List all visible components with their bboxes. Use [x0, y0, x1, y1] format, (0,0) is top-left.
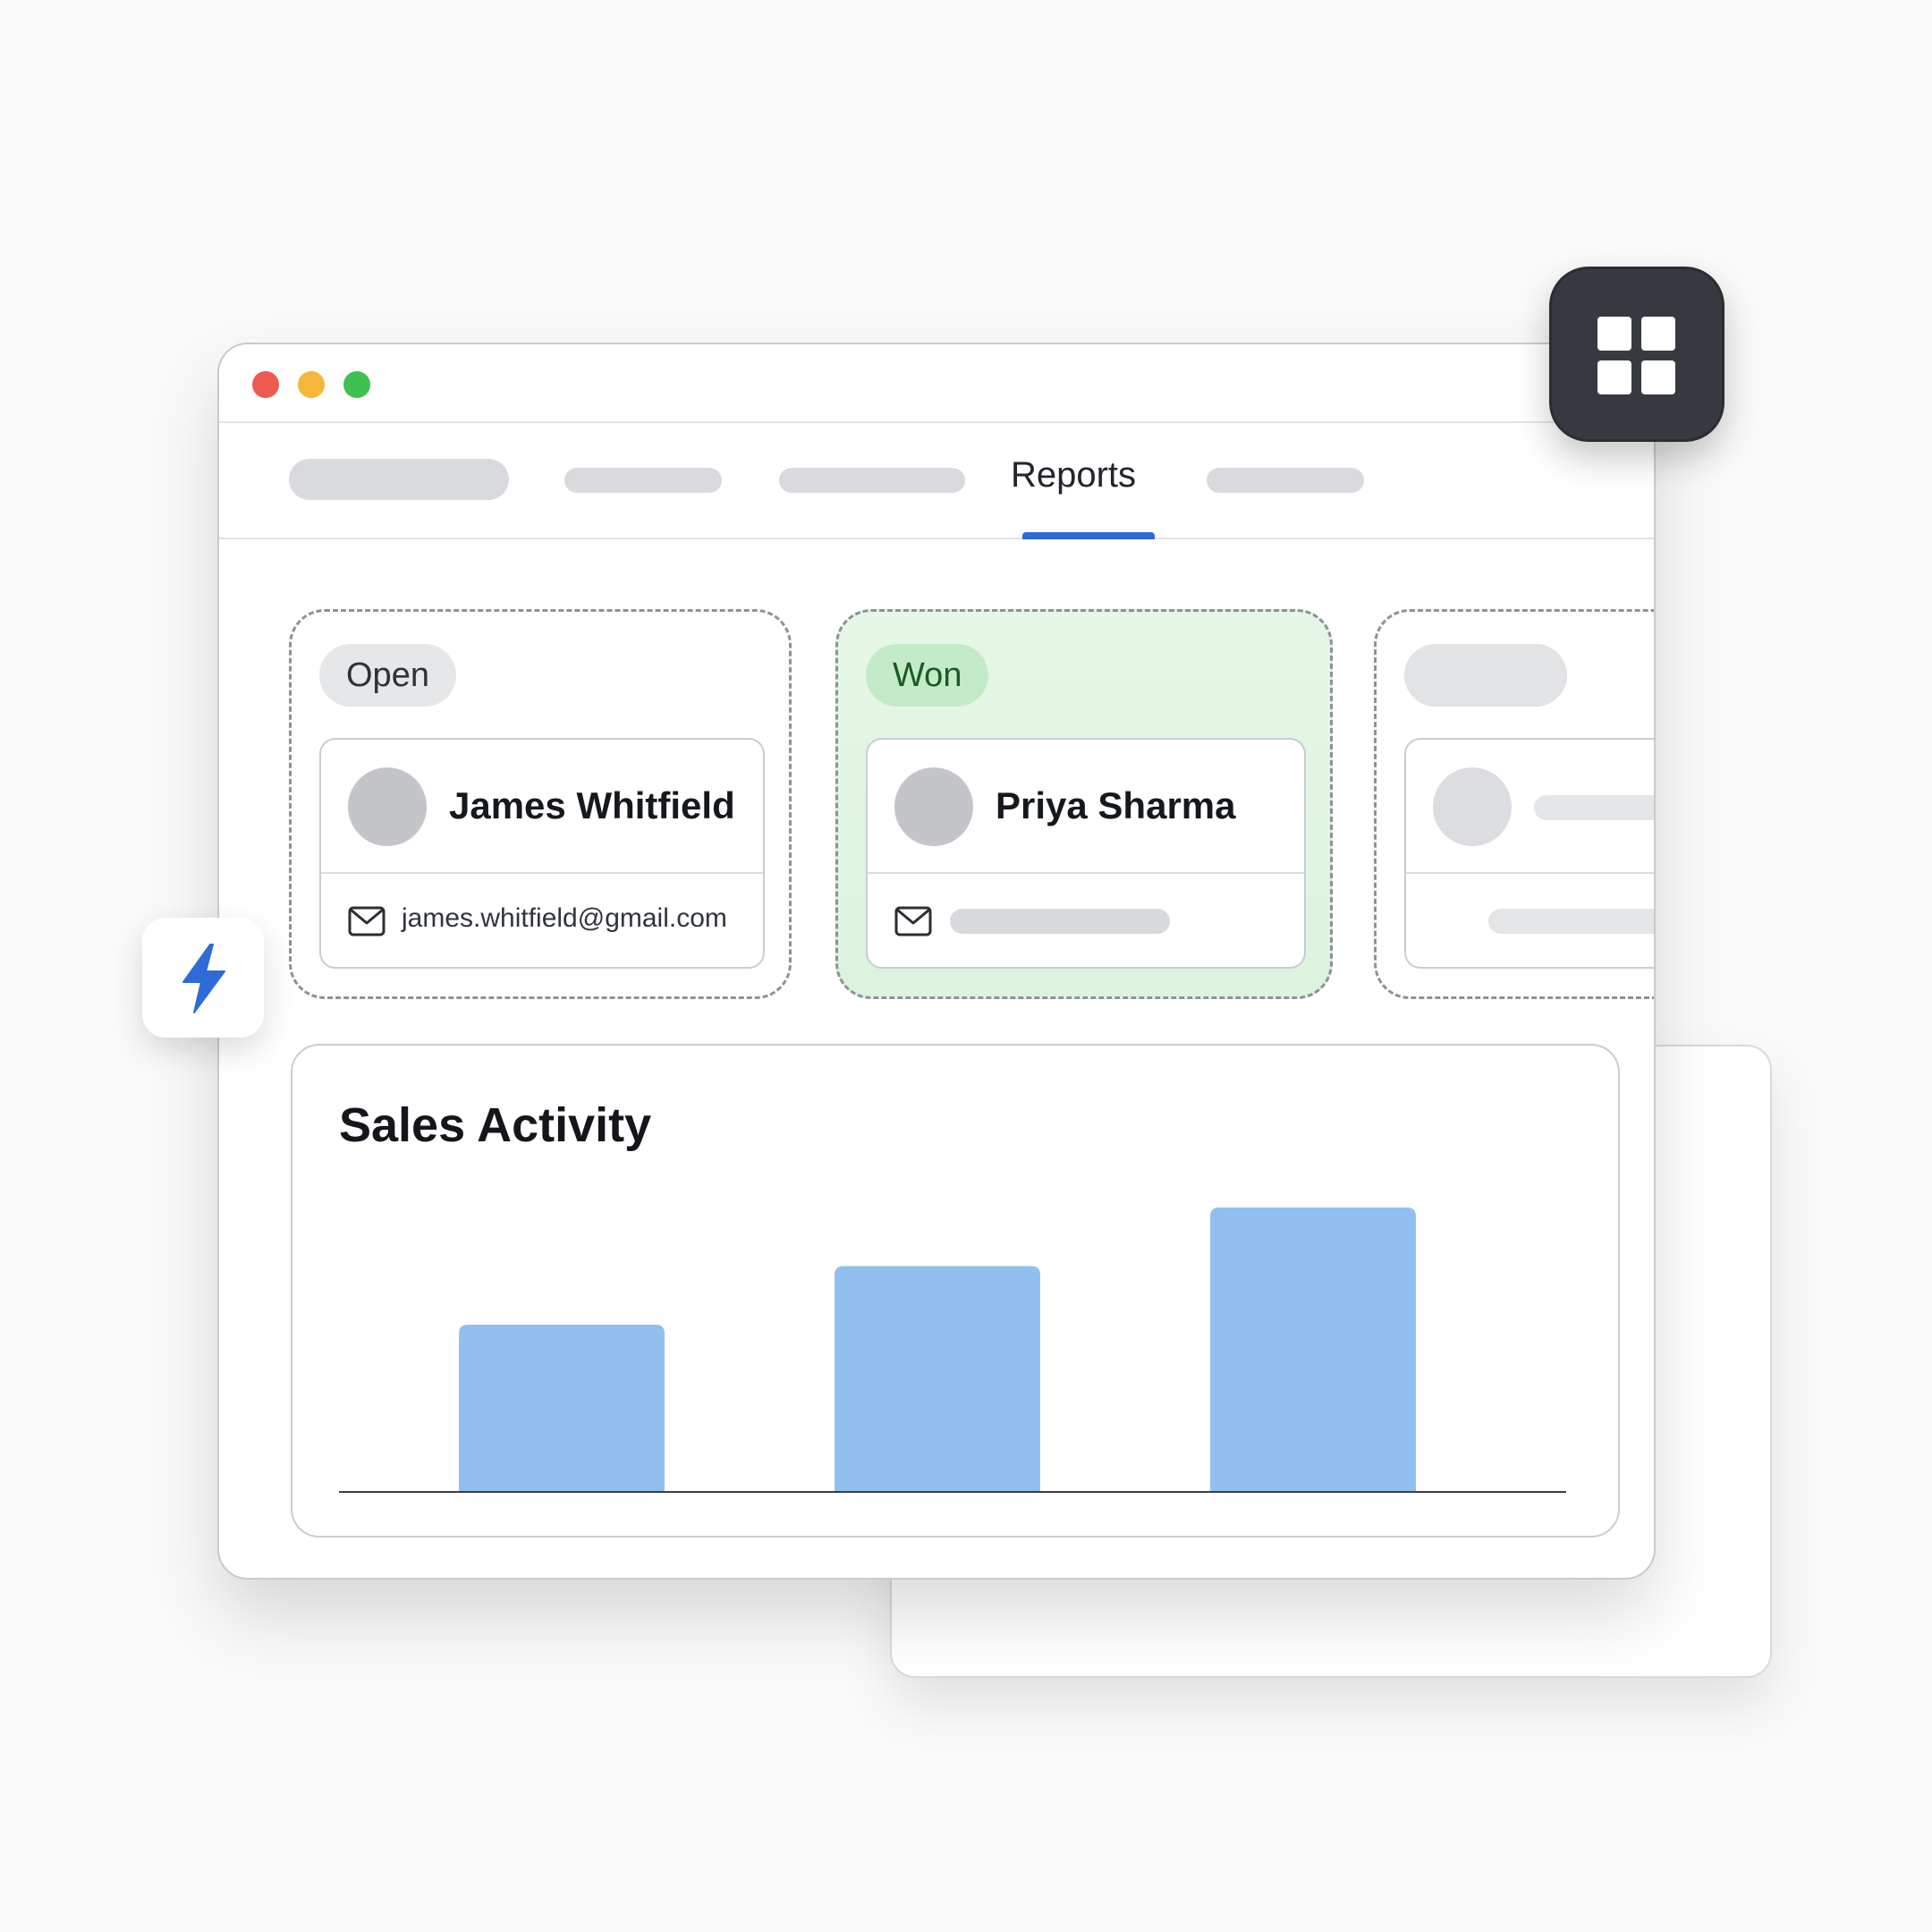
status-pill-won[interactable]: Won — [866, 644, 989, 707]
chart-bar[interactable] — [835, 1266, 1040, 1492]
lightning-bolt-icon — [182, 944, 225, 1013]
automation-button[interactable] — [142, 918, 264, 1038]
lead-card[interactable]: James Whitfield james.whitfield@gmail.co… — [319, 738, 765, 969]
avatar — [894, 767, 973, 846]
lead-card[interactable]: Priya Sharma — [866, 738, 1306, 969]
top-navigation: Reports — [219, 423, 1654, 539]
dashboard-grid-icon — [1597, 317, 1675, 394]
sales-activity-chart — [339, 1208, 1566, 1493]
lead-name: Priya Sharma — [996, 784, 1236, 826]
pipeline-column-open: Open James Whitfield james.whitfield@gma… — [289, 609, 792, 999]
nav-tab-placeholder-4[interactable] — [1207, 468, 1364, 493]
nav-tab-placeholder-2[interactable] — [564, 468, 722, 493]
nav-tab-placeholder-3[interactable] — [779, 468, 965, 493]
lead-email[interactable]: james.whitfield@gmail.com — [402, 903, 727, 934]
chart-bar[interactable] — [459, 1324, 665, 1492]
email-placeholder — [950, 909, 1170, 934]
sales-activity-card: Sales Activity — [291, 1044, 1620, 1538]
status-pill-open[interactable]: Open — [319, 644, 456, 707]
avatar — [348, 767, 427, 846]
name-placeholder — [1534, 795, 1654, 820]
window-maximize-dot[interactable] — [343, 371, 370, 398]
window-minimize-dot[interactable] — [298, 371, 325, 398]
lead-card-header — [1406, 740, 1654, 874]
window-close-dot[interactable] — [252, 371, 279, 398]
apps-button[interactable] — [1549, 267, 1724, 442]
email-placeholder — [1488, 909, 1654, 934]
status-pill-placeholder[interactable] — [1404, 644, 1567, 707]
pipeline-column-placeholder — [1374, 609, 1654, 999]
avatar — [1433, 767, 1512, 846]
lead-card-header: Priya Sharma — [868, 740, 1304, 874]
app-window: Reports Open James Whitfield james.whitf… — [217, 343, 1656, 1580]
lead-card-placeholder[interactable] — [1404, 738, 1654, 969]
envelope-icon — [348, 906, 386, 936]
pipeline-column-won: Won Priya Sharma — [835, 609, 1333, 999]
lead-name: James Whitfield — [449, 784, 735, 826]
tab-reports[interactable]: Reports — [1006, 455, 1140, 496]
chart-bar[interactable] — [1210, 1208, 1416, 1492]
envelope-icon — [894, 906, 932, 936]
lead-card-header: James Whitfield — [321, 740, 763, 874]
active-tab-indicator — [1022, 532, 1155, 539]
window-titlebar — [219, 344, 1654, 423]
nav-tab-placeholder-1[interactable] — [289, 459, 509, 500]
